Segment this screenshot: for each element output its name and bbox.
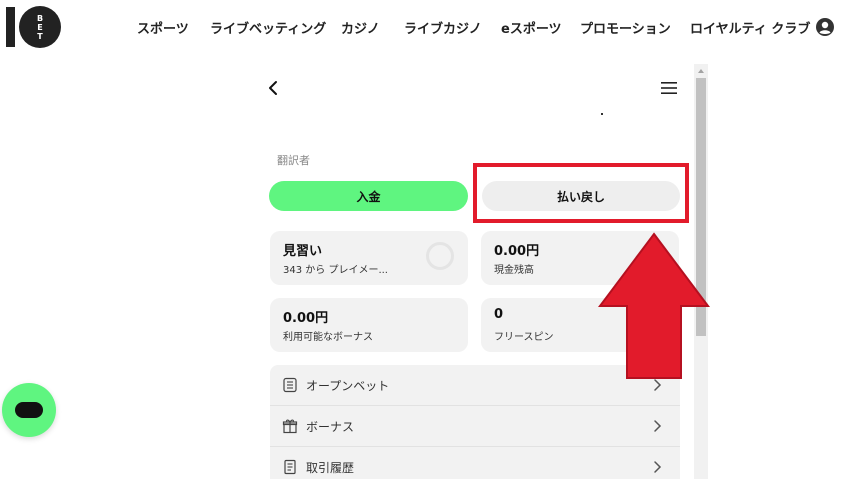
free-spins-value: 0 bbox=[494, 307, 504, 322]
cash-balance-label: 現金残高 bbox=[494, 265, 534, 276]
10bet-logo[interactable]: B E T bbox=[6, 5, 64, 49]
menu-item-label: オープンベット bbox=[306, 379, 390, 393]
user-account-icon[interactable] bbox=[815, 17, 835, 37]
svg-text:E: E bbox=[37, 23, 42, 32]
nav-live-casino[interactable]: ライブカジノ bbox=[404, 18, 482, 37]
menu-item-label: 取引履歴 bbox=[306, 461, 355, 475]
nav-promotions[interactable]: プロモーション bbox=[580, 18, 671, 37]
deposit-button[interactable]: 入金 bbox=[269, 181, 468, 211]
trainee-progress-text: 343 から プレイメー... bbox=[283, 265, 388, 276]
menu-item-bonus[interactable]: ボーナス bbox=[270, 406, 680, 447]
hamburger-menu-icon[interactable] bbox=[660, 80, 678, 96]
menu-item-label: ボーナス bbox=[306, 420, 355, 434]
chevron-right-icon bbox=[654, 420, 662, 432]
site-header: B E T スポーツ ライブベッティング カジノ ライブカジノ eスポーツ プロ… bbox=[0, 0, 850, 56]
available-bonus-card: 0.00円 利用可能なボーナス bbox=[270, 298, 468, 352]
chevron-right-icon bbox=[654, 461, 662, 473]
chat-support-button[interactable] bbox=[2, 383, 56, 437]
nav-casino[interactable]: カジノ bbox=[341, 18, 380, 37]
gift-icon bbox=[282, 419, 298, 434]
menu-item-transaction-history[interactable]: 取引履歴 bbox=[270, 447, 680, 479]
receipt-icon bbox=[284, 459, 296, 475]
nav-esports[interactable]: eスポーツ bbox=[501, 18, 562, 37]
chat-bubble-icon bbox=[15, 402, 43, 418]
translator-label: 翻訳者 bbox=[277, 154, 310, 167]
nav-live-betting[interactable]: ライブベッティング bbox=[210, 18, 326, 37]
progress-ring-icon bbox=[426, 242, 454, 270]
scroll-up-icon[interactable] bbox=[694, 64, 708, 78]
red-arrow-annotation-icon bbox=[598, 232, 710, 379]
cash-balance-value: 0.00円 bbox=[494, 244, 540, 259]
highlight-box bbox=[473, 163, 689, 223]
decorative-dot bbox=[601, 113, 603, 115]
available-bonus-label: 利用可能なボーナス bbox=[283, 332, 373, 343]
svg-text:T: T bbox=[37, 32, 43, 41]
available-bonus-value: 0.00円 bbox=[283, 311, 329, 326]
svg-text:B: B bbox=[37, 14, 43, 23]
trainee-card: 見習い 343 から プレイメー... bbox=[270, 231, 468, 285]
trainee-level: 見習い bbox=[283, 244, 323, 259]
free-spins-label: フリースピン bbox=[494, 332, 554, 343]
nav-sports[interactable]: スポーツ bbox=[137, 18, 189, 37]
nav-loyalty-club[interactable]: ロイヤルティ クラブ bbox=[690, 18, 810, 37]
list-icon bbox=[283, 377, 297, 393]
back-arrow-icon[interactable] bbox=[266, 78, 282, 98]
